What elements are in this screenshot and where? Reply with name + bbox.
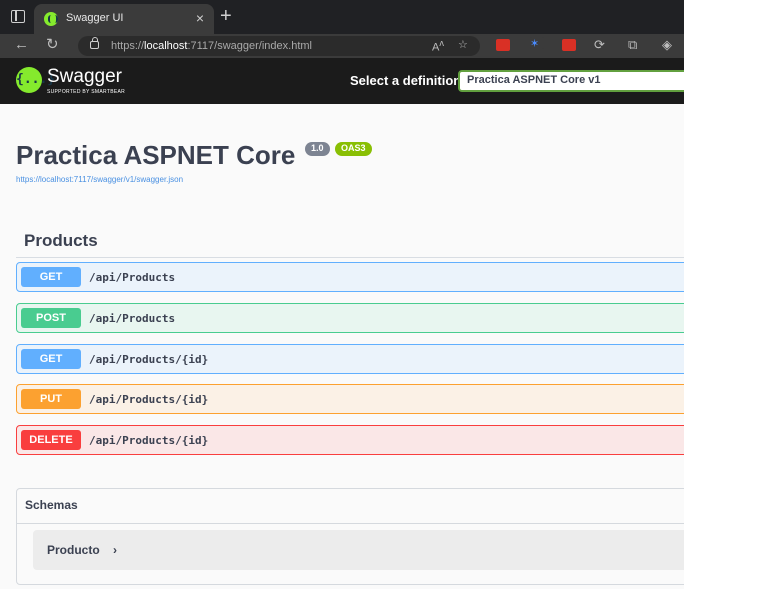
favorite-star-icon[interactable]: ☆ bbox=[458, 38, 468, 51]
method-badge: DELETE bbox=[21, 430, 81, 450]
extensions-puzzle-icon[interactable]: ⟳ bbox=[594, 36, 605, 54]
endpoint-path: /api/Products bbox=[89, 271, 176, 284]
endpoint-path: /api/Products/{id} bbox=[89, 434, 209, 447]
close-tab-icon[interactable]: × bbox=[196, 10, 204, 26]
method-badge: GET bbox=[21, 267, 81, 287]
opblock-delete-product-by-id[interactable]: DELETE /api/Products/{id} bbox=[16, 425, 684, 455]
browser-window: Swagger UI × + ← ↻ https://localhost:711… bbox=[0, 0, 684, 589]
endpoint-path: /api/Products/{id} bbox=[89, 353, 209, 366]
endpoint-path: /api/Products bbox=[89, 312, 176, 325]
tag-products-title[interactable]: Products bbox=[24, 231, 98, 251]
schemas-section: Schemas Producto › bbox=[16, 488, 684, 585]
endpoint-path: /api/Products/{id} bbox=[89, 393, 209, 406]
tag-divider bbox=[16, 257, 684, 258]
method-badge: GET bbox=[21, 349, 81, 369]
url-text: https://localhost:7117/swagger/index.htm… bbox=[111, 40, 312, 52]
extension-red-icon[interactable] bbox=[496, 39, 510, 51]
tab-actions-icon[interactable] bbox=[11, 10, 25, 23]
new-tab-icon[interactable]: + bbox=[220, 5, 232, 28]
extension-hd-icon[interactable] bbox=[562, 39, 576, 51]
tab-strip: Swagger UI × + bbox=[0, 0, 684, 34]
method-badge: POST bbox=[21, 308, 81, 328]
opblock-get-products[interactable]: GET /api/Products bbox=[16, 262, 684, 292]
address-bar[interactable]: https://localhost:7117/swagger/index.htm… bbox=[78, 36, 480, 56]
browser-tab[interactable]: Swagger UI × bbox=[34, 4, 214, 34]
select-definition-label: Select a definition bbox=[350, 73, 462, 88]
desktop-background bbox=[684, 0, 768, 589]
model-producto[interactable]: Producto › bbox=[33, 530, 684, 570]
refresh-icon[interactable]: ↻ bbox=[46, 36, 59, 54]
swagger-logo-text[interactable]: Swagger bbox=[47, 66, 122, 88]
swagger-favicon-icon bbox=[44, 12, 58, 26]
expand-arrow-icon[interactable]: › bbox=[113, 543, 117, 557]
browser-essentials-icon[interactable]: ◈ bbox=[662, 36, 672, 54]
definition-select[interactable]: Practica ASPNET Core v1 bbox=[458, 70, 684, 92]
swagger-content: Practica ASPNET Core 1.0 OAS3 https://lo… bbox=[0, 104, 684, 589]
version-badge: 1.0 bbox=[305, 142, 330, 156]
method-badge: PUT bbox=[21, 389, 81, 409]
schemas-divider bbox=[17, 523, 684, 524]
oas-badge: OAS3 bbox=[335, 142, 372, 156]
lock-icon bbox=[90, 37, 99, 49]
tab-title: Swagger UI bbox=[66, 12, 124, 24]
swagger-logo-icon[interactable]: {...} bbox=[16, 67, 55, 93]
back-arrow-icon[interactable]: ← bbox=[14, 36, 29, 54]
api-title: Practica ASPNET Core bbox=[16, 140, 296, 170]
schemas-title[interactable]: Schemas bbox=[25, 498, 78, 512]
navigation-bar: ← ↻ https://localhost:7117/swagger/index… bbox=[0, 34, 684, 58]
opblock-post-products[interactable]: POST /api/Products bbox=[16, 303, 684, 333]
extension-blue-icon[interactable]: ✶ bbox=[530, 37, 544, 50]
model-name: Producto bbox=[47, 543, 100, 557]
spec-url-link[interactable]: https://localhost:7117/swagger/v1/swagge… bbox=[16, 175, 183, 184]
collections-icon[interactable]: ⧉ bbox=[628, 36, 637, 54]
swagger-topbar: {...} Swagger Supported by SMARTBEAR Sel… bbox=[0, 58, 684, 104]
swagger-logo-subtitle: Supported by SMARTBEAR bbox=[47, 89, 126, 95]
opblock-put-product-by-id[interactable]: PUT /api/Products/{id} bbox=[16, 384, 684, 414]
opblock-get-product-by-id[interactable]: GET /api/Products/{id} bbox=[16, 344, 684, 374]
read-aloud-icon[interactable]: Aʌ bbox=[432, 38, 444, 54]
